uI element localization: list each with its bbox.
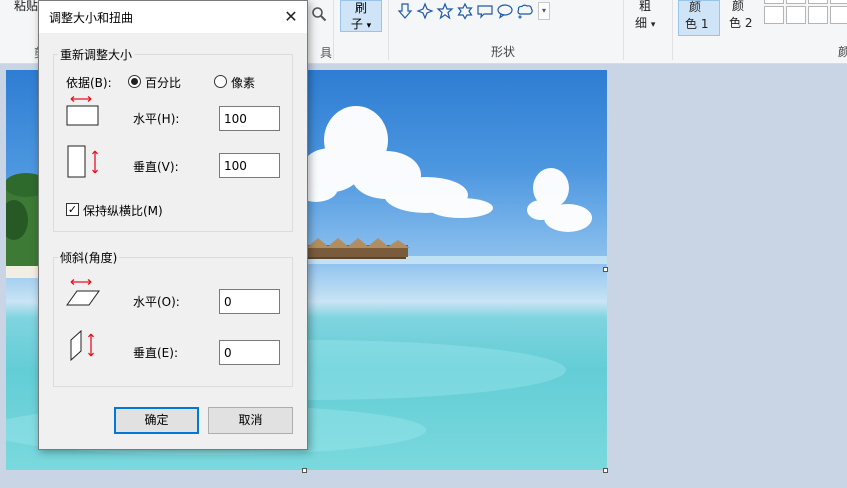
close-icon[interactable]: ✕ <box>275 1 307 33</box>
skew-group <box>53 257 293 387</box>
shapes-group-label: 形状 <box>491 45 516 59</box>
color2-label-top[interactable]: 颜 <box>732 0 744 14</box>
color1-button[interactable]: 颜 色 1 <box>678 0 720 36</box>
chevron-down-icon: ▾ <box>650 20 656 30</box>
shapes-more-button[interactable]: ▾ <box>538 2 550 20</box>
five-point-star-shape-icon[interactable] <box>436 2 454 20</box>
ribbon-separator <box>388 0 389 60</box>
resize-horizontal-input[interactable] <box>219 106 280 131</box>
keep-ratio-label[interactable]: 保持纵横比(M) <box>83 202 163 219</box>
color-swatch[interactable] <box>808 6 828 24</box>
color2-button[interactable]: 色 2 <box>729 14 752 31</box>
shapes-gallery <box>396 2 538 20</box>
skew-group-title: 倾斜(角度) <box>58 249 120 266</box>
resize-vertical-label: 垂直(V): <box>133 160 179 174</box>
brushes-button[interactable]: 刷 子 ▾ <box>340 0 382 32</box>
resize-by-label: 依据(B): <box>66 76 112 90</box>
cancel-button[interactable]: 取消 <box>208 407 293 434</box>
brushes-label-text: 子 <box>350 17 363 31</box>
size-label: 细 <box>635 16 648 30</box>
pixels-radio-label[interactable]: 像素 <box>231 74 255 91</box>
dialog-titlebar[interactable]: 调整大小和扭曲 ✕ <box>39 1 307 33</box>
keep-ratio-checkbox[interactable]: ✓ <box>66 203 79 216</box>
color-swatch[interactable] <box>830 0 847 4</box>
color1-label-top: 颜 <box>689 0 702 14</box>
skew-vertical-icon <box>65 328 101 365</box>
resize-horizontal-icon <box>65 95 101 130</box>
skew-horizontal-input[interactable] <box>219 289 280 314</box>
tools-group-label: 具 <box>320 46 333 60</box>
size-button-top[interactable]: 粗 <box>639 0 651 14</box>
ok-button[interactable]: 确定 <box>114 407 199 434</box>
ribbon-separator <box>623 0 624 60</box>
color-swatch[interactable] <box>764 0 784 4</box>
size-button[interactable]: 细 ▾ <box>635 14 655 31</box>
ribbon-separator <box>672 0 673 60</box>
color-swatch[interactable] <box>830 6 847 24</box>
canvas-resize-handle[interactable] <box>603 468 608 473</box>
percent-radio[interactable] <box>128 75 141 88</box>
four-point-star-shape-icon[interactable] <box>416 2 434 20</box>
dialog-title: 调整大小和扭曲 <box>49 11 134 25</box>
skew-horizontal-icon <box>65 278 101 311</box>
pixels-radio[interactable] <box>214 75 227 88</box>
canvas-resize-handle[interactable] <box>302 468 307 473</box>
color1-label-bottom: 色 1 <box>685 17 709 31</box>
resize-group-title: 重新调整大小 <box>58 46 135 63</box>
resize-vertical-input[interactable] <box>219 153 280 178</box>
skew-vertical-input[interactable] <box>219 340 280 365</box>
percent-radio-label[interactable]: 百分比 <box>145 74 181 91</box>
color-swatch[interactable] <box>786 0 806 4</box>
color-swatch[interactable] <box>808 0 828 4</box>
resize-horizontal-label: 水平(H): <box>133 112 180 126</box>
rect-callout-shape-icon[interactable] <box>476 2 494 20</box>
skew-horizontal-label: 水平(O): <box>133 295 180 309</box>
color-swatch[interactable] <box>764 6 784 24</box>
oval-callout-shape-icon[interactable] <box>496 2 514 20</box>
skew-vertical-label: 垂直(E): <box>133 346 178 360</box>
arrow-down-shape-icon[interactable] <box>396 2 414 20</box>
six-point-star-shape-icon[interactable] <box>456 2 474 20</box>
canvas-resize-handle[interactable] <box>603 267 608 272</box>
cloud-callout-shape-icon[interactable] <box>516 2 534 20</box>
magnifier-icon[interactable] <box>311 6 327 25</box>
brushes-label-bottom: 子 ▾ <box>341 15 381 32</box>
ribbon-separator <box>333 0 334 60</box>
resize-vertical-icon <box>65 145 101 182</box>
brushes-label-top: 刷 <box>354 1 367 15</box>
paste-button[interactable]: 粘贴 <box>14 0 38 14</box>
color-swatch[interactable] <box>786 6 806 24</box>
chevron-down-icon: ▾ <box>366 21 372 31</box>
colors-group-label: 颜 <box>838 45 847 59</box>
resize-skew-dialog: 调整大小和扭曲 ✕ 重新调整大小 依据(B): 百分比 像素 水平(H): 垂直… <box>38 0 308 450</box>
